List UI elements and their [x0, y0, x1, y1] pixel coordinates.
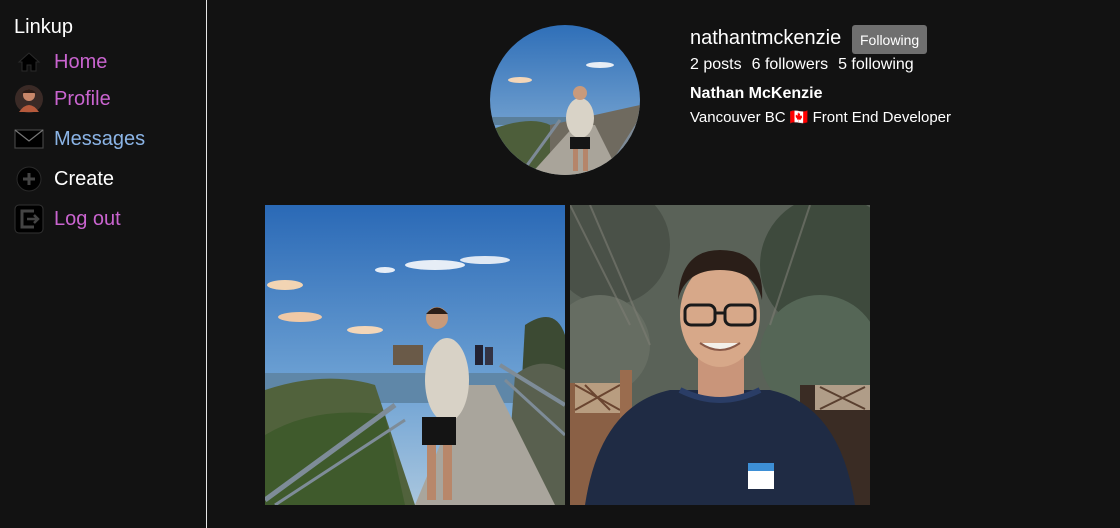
sidebar-item-profile[interactable]: Profile: [14, 83, 199, 115]
sidebar-item-label: Profile: [54, 87, 111, 110]
sidebar-item-messages[interactable]: Messages: [14, 123, 199, 155]
sidebar-item-label: Log out: [54, 207, 121, 230]
sidebar-item-label: Messages: [54, 127, 146, 150]
post-thumbnail[interactable]: [265, 205, 565, 505]
sidebar-item-label: Create: [54, 167, 115, 190]
brand-logo: Linkup: [14, 16, 73, 38]
sidebar-item-logout[interactable]: Log out: [14, 203, 199, 235]
post-thumbnail[interactable]: [570, 205, 870, 505]
profile-bio: Vancouver BC 🇨🇦 Front End Developer: [690, 109, 952, 126]
app-root: Linkup Home Profile Messages Create Log …: [0, 0, 1120, 528]
profile-full-name: Nathan McKenzie: [690, 85, 823, 102]
sidebar: Linkup Home Profile Messages Create Log …: [0, 0, 207, 528]
sidebar-item-create[interactable]: Create: [14, 163, 199, 195]
posts-count: 2 posts: [690, 56, 742, 73]
logout-icon: [14, 204, 44, 234]
plus-circle-icon: [14, 164, 44, 194]
profile-stats: 2 posts 6 followers 5 following: [690, 56, 914, 74]
profile-avatar-icon: [14, 84, 44, 114]
sidebar-item-home[interactable]: Home: [14, 46, 199, 78]
profile-username: nathantmckenzie: [690, 27, 842, 49]
profile-avatar[interactable]: [490, 25, 640, 175]
envelope-icon: [14, 124, 44, 154]
followers-count[interactable]: 6 followers: [752, 56, 828, 74]
sidebar-item-label: Home: [54, 50, 108, 73]
following-button[interactable]: Following: [852, 25, 928, 54]
home-icon: [14, 47, 44, 77]
following-count[interactable]: 5 following: [838, 56, 914, 74]
